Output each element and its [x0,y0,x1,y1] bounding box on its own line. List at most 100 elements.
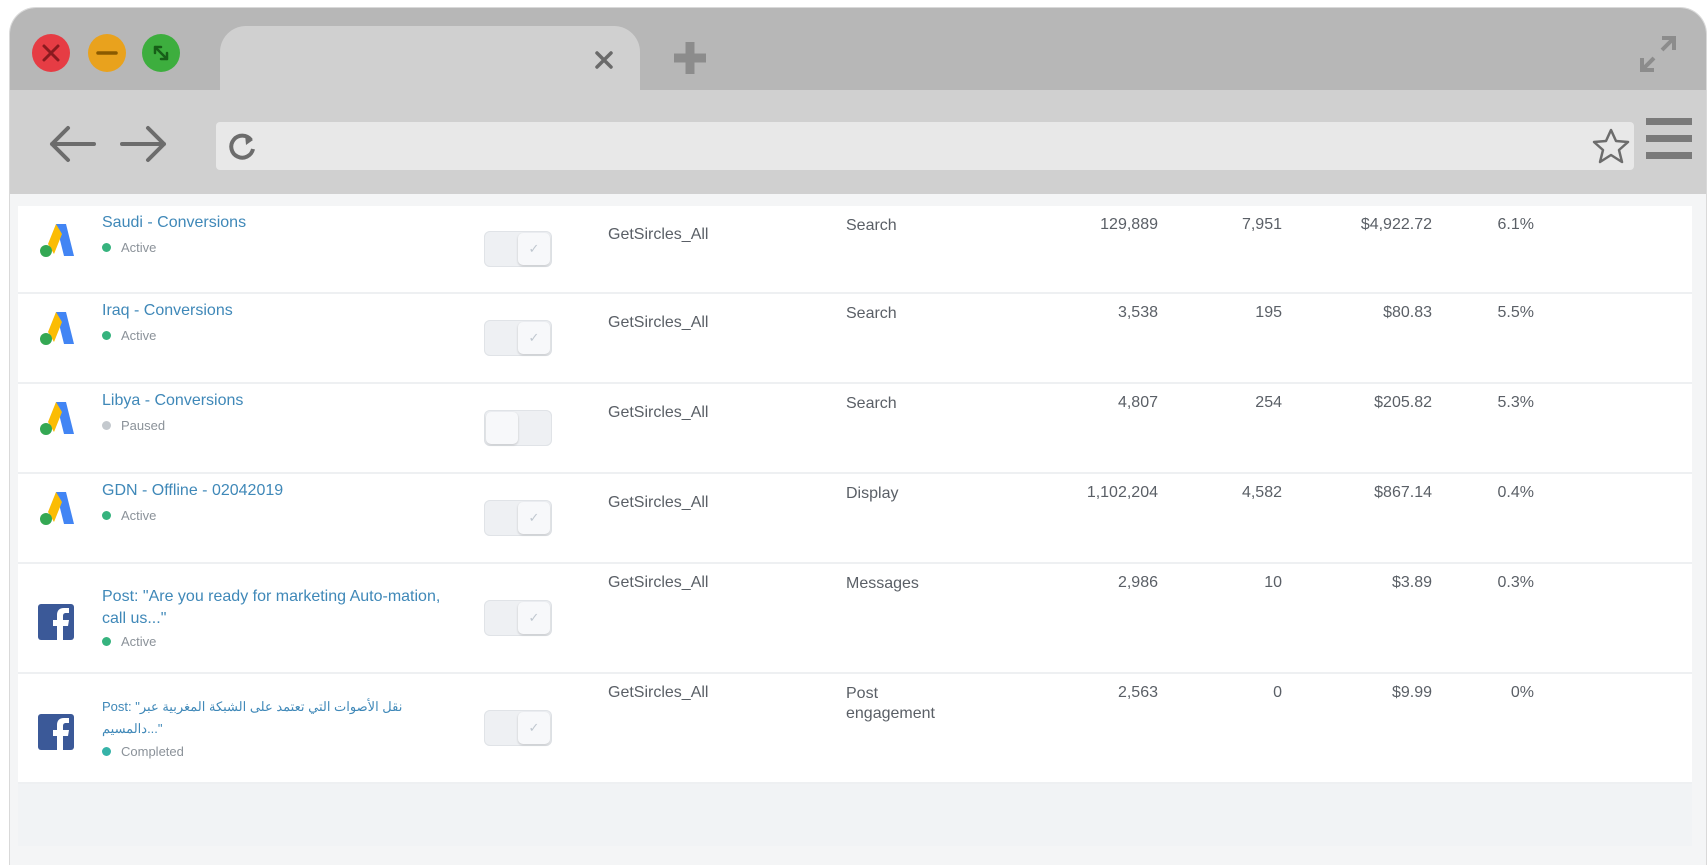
campaign-toggle[interactable]: ✓ [484,231,552,267]
clicks-cell: 195 [1255,304,1282,321]
status-badge: Active [102,240,156,255]
table-row[interactable]: Iraq - Conversions Active ✓ GetSircles_All S… [18,294,1692,384]
browser-toolbar [10,90,1706,194]
impressions-cell: 2,986 [1117,574,1158,591]
account-cell: GetSircles_All [608,684,709,701]
check-icon: ✓ [518,712,550,744]
clicks-cell: 0 [1273,684,1282,701]
table-row[interactable]: Post: "Are you ready for marketing Auto-… [18,564,1692,674]
campaigns-table: Saudi - Conversions Active ✓ GetSircles_All… [18,206,1692,784]
facebook-logo-icon [36,712,76,752]
table-row[interactable]: Saudi - Conversions Active ✓ GetSircles_All… [18,206,1692,294]
campaign-type-cell: Post engagement [846,685,935,722]
cost-cell: $4,922.72 [1360,216,1432,233]
check-icon: ✓ [518,233,550,265]
status-badge: Active [102,328,156,343]
campaign-toggle[interactable]: ✓ [484,710,552,746]
cost-cell: $9.99 [1391,684,1432,701]
close-window-icon[interactable] [32,34,70,72]
campaign-toggle[interactable]: ✓ [484,320,552,356]
status-dot-icon [102,421,111,430]
account-cell: GetSircles_All [608,226,709,243]
back-arrow-icon[interactable] [44,124,100,164]
status-badge: Paused [102,418,165,433]
impressions-cell: 129,889 [1100,216,1158,233]
ctr-cell: 5.3% [1497,394,1534,411]
hamburger-menu-icon[interactable] [1644,116,1694,162]
campaign-name-link[interactable]: GDN - Offline - 02042019 [102,480,442,502]
campaign-name-link[interactable]: Post: "نقل الأصوات التي تعتمد على الشبكة… [102,696,442,740]
tab-bar [10,8,1706,92]
account-cell: GetSircles_All [608,404,709,421]
facebook-logo-icon [36,602,76,642]
clicks-cell: 10 [1264,574,1282,591]
campaign-name-link[interactable]: Iraq - Conversions [102,300,442,322]
close-icon[interactable] [592,48,616,72]
star-icon[interactable] [1590,126,1632,166]
status-dot-icon [102,747,111,756]
clicks-cell: 7,951 [1241,216,1282,233]
campaign-name-link[interactable]: Saudi - Conversions [102,212,442,234]
status-dot-icon [102,637,111,646]
status-badge: Active [102,634,156,649]
reload-icon[interactable] [226,130,258,162]
minimize-icon[interactable] [88,34,126,72]
cost-cell: $3.89 [1391,574,1432,591]
google-ads-logo-icon [36,308,76,348]
status-dot-icon [102,511,111,520]
check-icon: ✓ [518,602,550,634]
campaign-toggle[interactable]: ✓ [484,500,552,536]
campaign-type-cell: Search [846,395,897,412]
google-ads-logo-icon [36,220,76,260]
impressions-cell: 1,102,204 [1086,484,1158,501]
campaign-name-link[interactable]: Libya - Conversions [102,390,442,412]
status-label: Active [121,634,157,649]
forward-arrow-icon[interactable] [116,124,172,164]
browser-tab[interactable] [220,26,640,92]
ctr-cell: 6.1% [1497,216,1534,233]
status-label: Completed [121,744,184,759]
address-bar[interactable] [216,122,1634,170]
campaign-type-cell: Search [846,305,897,322]
maximize-icon[interactable] [142,34,180,72]
campaign-name-link[interactable]: Post: "Are you ready for marketing Auto-… [102,586,442,630]
account-cell: GetSircles_All [608,574,709,591]
status-badge: Active [102,508,156,523]
table-row[interactable]: GDN - Offline - 02042019 Active ✓ GetSircle… [18,474,1692,564]
cost-cell: $867.14 [1374,484,1432,501]
status-label: Active [121,328,157,343]
ctr-cell: 0.3% [1497,574,1534,591]
table-row[interactable]: Post: "نقل الأصوات التي تعتمد على الشبكة… [18,674,1692,784]
clicks-cell: 254 [1255,394,1282,411]
google-ads-logo-icon [36,398,76,438]
status-label: Active [121,508,157,523]
campaign-type-cell: Display [846,485,899,502]
clicks-cell: 4,582 [1241,484,1282,501]
campaign-toggle[interactable] [484,410,552,446]
ctr-cell: 0% [1510,684,1534,701]
toggle-knob [486,412,518,444]
table-row[interactable]: Libya - Conversions Paused GetSircles_All S… [18,384,1692,474]
campaign-type-cell: Messages [846,575,919,592]
impressions-cell: 2,563 [1117,684,1158,701]
ctr-cell: 0.4% [1497,484,1534,501]
ctr-cell: 5.5% [1497,304,1534,321]
status-badge: Completed [102,744,184,759]
cost-cell: $80.83 [1383,304,1432,321]
campaigns-page: Saudi - Conversions Active ✓ GetSircles_All… [18,206,1692,846]
expand-icon[interactable] [1634,30,1682,78]
account-cell: GetSircles_All [608,494,709,511]
impressions-cell: 4,807 [1117,394,1158,411]
status-dot-icon [102,243,111,252]
check-icon: ✓ [518,502,550,534]
cost-cell: $205.82 [1374,394,1432,411]
status-dot-icon [102,331,111,340]
browser-window: Saudi - Conversions Active ✓ GetSircles_All… [10,8,1706,865]
plus-icon[interactable] [670,38,710,78]
check-icon: ✓ [518,322,550,354]
campaign-type-cell: Search [846,217,897,234]
account-cell: GetSircles_All [608,314,709,331]
impressions-cell: 3,538 [1117,304,1158,321]
status-label: Paused [121,418,166,433]
campaign-toggle[interactable]: ✓ [484,600,552,636]
